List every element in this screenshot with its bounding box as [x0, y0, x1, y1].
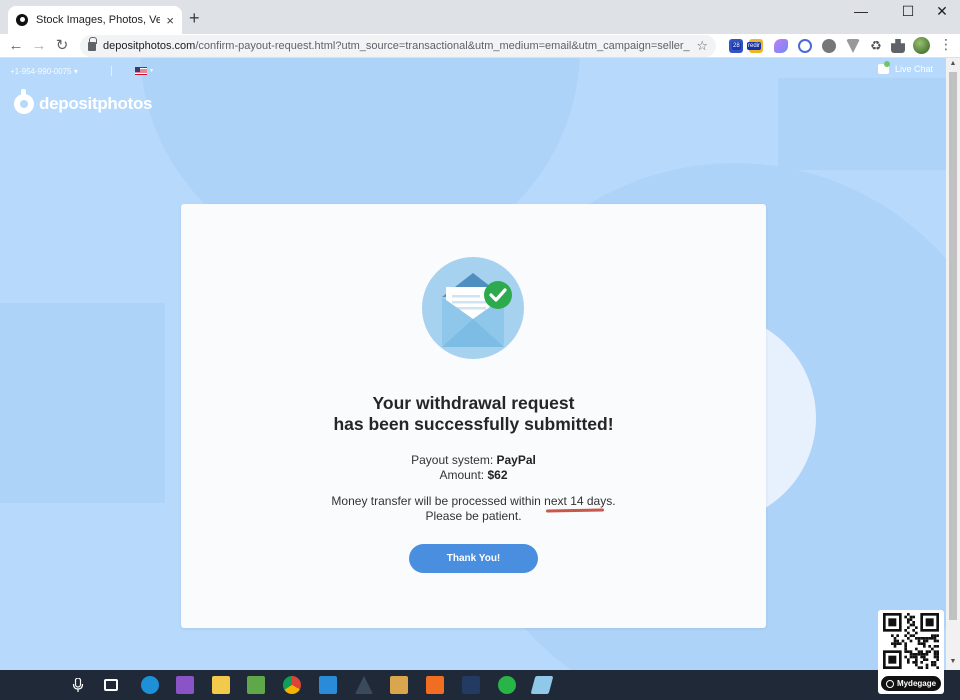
address-bar[interactable]: depositphotos.com/confirm-payout-request…: [80, 35, 716, 57]
qr-brand-text: Mydegage: [896, 679, 937, 688]
scrollbar-thumb[interactable]: [949, 72, 957, 620]
archive-icon[interactable]: [390, 676, 408, 694]
tab-close-icon[interactable]: ×: [166, 13, 174, 28]
line-messenger-icon[interactable]: [498, 676, 516, 694]
thank-you-button[interactable]: Thank You!: [409, 544, 538, 573]
success-headline: Your withdrawal request has been success…: [181, 393, 766, 435]
scroll-up-icon[interactable]: ▲: [946, 60, 960, 67]
extension-recycle-icon[interactable]: ♻: [869, 39, 883, 53]
maximize-button[interactable]: ☐: [893, 3, 923, 20]
window-close-button[interactable]: ✕: [927, 3, 957, 20]
live-chat-link[interactable]: Live Chat: [878, 61, 934, 74]
chrome-icon[interactable]: [283, 676, 301, 694]
headline-line-2: has been successfully submitted!: [333, 414, 614, 434]
qr-code-icon: [883, 613, 939, 669]
envelope-checkmark-icon: [422, 257, 524, 359]
new-tab-button[interactable]: +: [189, 8, 200, 28]
payout-system-value: PayPal: [496, 453, 536, 467]
app-icon[interactable]: [530, 676, 554, 694]
lock-icon[interactable]: [88, 36, 97, 51]
logo-mark-icon: [14, 89, 34, 114]
reload-button[interactable]: ↻: [52, 36, 72, 56]
browser-toolbar: ← → ↻ depositphotos.com/confirm-payout-r…: [0, 34, 960, 58]
brand-dot-icon: [885, 679, 894, 688]
forward-button[interactable]: →: [29, 36, 49, 56]
live-chat-label: Live Chat: [895, 64, 934, 74]
task-view-icon[interactable]: [104, 679, 118, 691]
notepad-plus-icon[interactable]: [247, 676, 265, 694]
extensions-puzzle-icon[interactable]: [891, 39, 905, 53]
internet-explorer-icon[interactable]: [141, 676, 159, 694]
microphone-icon[interactable]: [72, 678, 84, 692]
minimize-button[interactable]: —: [846, 3, 876, 19]
qr-brand-label: Mydegage: [881, 676, 941, 691]
patience-notice: Please be patient.: [425, 509, 522, 523]
scroll-down-icon[interactable]: ▼: [946, 658, 960, 665]
extension-circle-icon[interactable]: [798, 39, 812, 53]
extension-badge: 28: [732, 42, 741, 50]
inkscape-icon[interactable]: [355, 676, 373, 694]
depositphotos-logo[interactable]: depositphotos: [14, 89, 153, 114]
background-shape: [0, 303, 165, 503]
extension-vpn-icon[interactable]: [846, 39, 860, 53]
background-shape: [778, 78, 946, 170]
page-viewport: +1-954-990-0075 ▾ ▾ Live Chat depositpho…: [0, 58, 946, 670]
transfer-notice: Money transfer will be processed within …: [331, 494, 616, 508]
topbar-divider: [111, 66, 112, 76]
chat-bubble-icon: [878, 61, 890, 74]
amount-line: Amount: $62: [181, 468, 766, 483]
extension-gear-icon[interactable]: [822, 39, 836, 53]
depositphotos-favicon-icon: [16, 14, 28, 26]
back-button[interactable]: ←: [6, 36, 26, 56]
page-scrollbar[interactable]: ▲ ▼: [946, 58, 960, 670]
tab-title: Stock Images, Photos, Vectors, Illustrat…: [36, 14, 161, 26]
extension-badge: redir: [747, 42, 762, 50]
chevron-down-icon: ▾: [150, 68, 154, 74]
logo-text: depositphotos: [39, 94, 153, 113]
xampp-icon[interactable]: [426, 676, 444, 694]
confirmation-card: Your withdrawal request has been success…: [181, 204, 766, 628]
tab-strip: Stock Images, Photos, Vectors, Illustrat…: [0, 0, 960, 34]
url-domain: depositphotos.com: [103, 40, 196, 52]
bookmark-star-icon[interactable]: ☆: [696, 38, 708, 54]
windows-taskbar: [0, 670, 960, 700]
extension-feather-icon[interactable]: [774, 39, 788, 53]
visual-studio-icon[interactable]: [176, 676, 194, 694]
browser-tab-active[interactable]: Stock Images, Photos, Vectors, Illustrat…: [8, 6, 182, 34]
headline-line-1: Your withdrawal request: [372, 393, 575, 413]
file-explorer-icon[interactable]: [212, 676, 230, 694]
phone-number-dropdown[interactable]: +1-954-990-0075 ▾: [10, 67, 78, 76]
vscode-icon[interactable]: [319, 676, 337, 694]
qr-code-badge: Mydegage: [878, 610, 944, 694]
sql-tool-icon[interactable]: [462, 676, 480, 694]
amount-label: Amount:: [439, 468, 485, 482]
url-path: /confirm-payout-request.html?utm_source=…: [195, 40, 691, 52]
url-text[interactable]: depositphotos.com/confirm-payout-request…: [103, 40, 690, 52]
payout-system-label: Payout system:: [411, 453, 494, 467]
browser-menu-icon[interactable]: ⋮: [939, 36, 953, 53]
us-flag-icon[interactable]: [135, 67, 147, 75]
amount-value: $62: [487, 468, 508, 482]
profile-avatar[interactable]: [913, 37, 930, 54]
payout-system-line: Payout system: PayPal: [181, 453, 766, 468]
